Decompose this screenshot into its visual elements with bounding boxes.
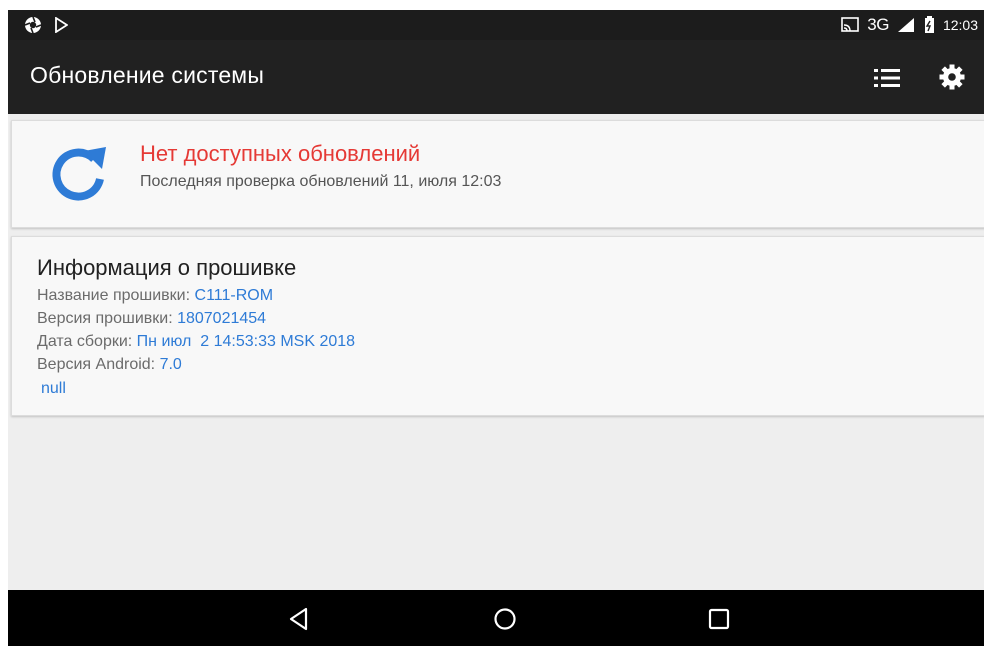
home-icon[interactable] [490, 604, 520, 634]
back-icon[interactable] [284, 604, 314, 634]
screen: 3G 12:03 Обновление системы Нет доступны… [8, 10, 984, 646]
battery-charging-icon [924, 16, 934, 33]
page-title: Обновление системы [30, 62, 265, 88]
cast-icon [841, 17, 860, 32]
firmware-version-row: Версия прошивки: 1807021454 [37, 310, 266, 328]
refresh-icon[interactable] [46, 141, 110, 205]
firmware-name-row: Название прошивки: C111-ROM [37, 287, 273, 305]
status-left-icons [24, 16, 68, 34]
status-bar: 3G 12:03 [8, 10, 984, 40]
update-status-card[interactable]: Нет доступных обновлений Последняя прове… [11, 120, 984, 228]
recents-icon[interactable] [704, 604, 734, 634]
build-date-label: Дата сборки: [37, 333, 137, 350]
last-check-text: Последняя проверка обновлений 11, июля 1… [140, 173, 502, 190]
build-date-row: Дата сборки: Пн июл 2 14:53:33 MSK 2018 [37, 333, 355, 351]
firmware-version-value: 1807021454 [177, 310, 267, 327]
navigation-bar [8, 590, 984, 646]
android-version-label: Версия Android: [37, 356, 160, 373]
signal-icon [897, 18, 914, 32]
firmware-name-value: C111-ROM [194, 287, 274, 304]
play-store-icon [55, 17, 68, 33]
firmware-info-title: Информация о прошивке [37, 255, 297, 280]
status-time: 12:03 [942, 17, 978, 33]
firmware-name-label: Название прошивки: [37, 287, 195, 304]
firmware-info-card: Информация о прошивке Название прошивки:… [11, 236, 984, 416]
aperture-icon [24, 16, 42, 34]
status-right: 3G 12:03 [841, 15, 978, 35]
network-type: 3G [867, 15, 889, 34]
gear-icon[interactable] [938, 63, 966, 91]
android-version-value: 7.0 [159, 356, 182, 373]
app-toolbar: Обновление системы [8, 40, 984, 114]
update-status-title: Нет доступных обновлений [140, 141, 421, 166]
extra-info-value: null [41, 380, 66, 397]
android-version-row: Версия Android: 7.0 [37, 356, 182, 374]
build-date-value: Пн июл 2 14:53:33 MSK 2018 [136, 333, 356, 350]
firmware-version-label: Версия прошивки: [37, 310, 178, 327]
list-icon[interactable] [872, 66, 902, 90]
